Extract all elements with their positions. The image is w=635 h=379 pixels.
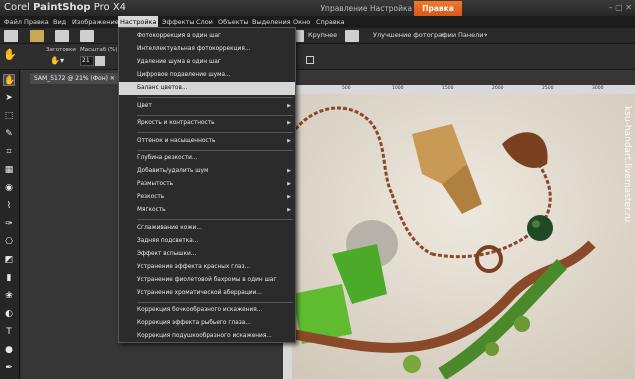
menu-separator — [137, 97, 293, 98]
menu-item-sharpness[interactable]: Резкость ▶ — [119, 191, 295, 204]
menu-item-blur[interactable]: Размытость ▶ — [119, 178, 295, 191]
new-icon[interactable] — [4, 30, 18, 42]
chevron-right-icon: ▶ — [287, 138, 291, 144]
menu-separator — [137, 115, 293, 116]
chevron-down-icon: ▾ — [441, 31, 445, 39]
menu-separator — [137, 132, 293, 133]
shape-tool-icon[interactable]: ● — [3, 344, 15, 356]
menu-item-one-step-photo-fix[interactable]: Фотокоррекция в один шаг — [119, 30, 295, 43]
pan-tool-icon[interactable]: ✋ — [3, 74, 15, 86]
window-controls[interactable]: – ▢ ✕ — [592, 3, 632, 13]
ruler-label: 500 — [342, 86, 351, 91]
main-toolbar: Крупнее Улучшение фотографии ▾ Панели ▾ — [0, 28, 635, 44]
menu-item-digital-noise-removal[interactable]: Цифровое подавление шума... — [119, 69, 295, 82]
menu-bar: Файл Правка Вид Изображение Настройка Эф… — [0, 16, 635, 28]
ruler-label: 1500 — [442, 86, 454, 91]
menu-item-depth-of-field[interactable]: Глубина резкости... — [119, 152, 295, 165]
app-title: Corel PaintShop Pro X4 — [4, 2, 127, 13]
menu-item-brightness-contrast[interactable]: Яркость и контрастность ▶ — [119, 117, 295, 130]
presets-label: Заготовки — [46, 47, 76, 53]
adjust-menu-dropdown: Фотокоррекция в один шаг Интеллектуальна… — [118, 27, 296, 343]
menu-item-backlighting[interactable]: Задняя подсветка... — [119, 235, 295, 248]
menu-file[interactable]: Файл — [2, 16, 24, 28]
menu-item-color[interactable]: Цвет ▶ — [119, 100, 295, 113]
menu-item-barrel-distortion[interactable]: Коррекция бочкообразного искажения... — [119, 304, 295, 317]
makeover-tool-icon[interactable]: ⌇ — [3, 200, 15, 212]
menu-item-hue-saturation[interactable]: Оттенок и насыщенность ▶ — [119, 135, 295, 148]
menu-item-add-remove-noise[interactable]: Добавить/удалить шум ▶ — [119, 165, 295, 178]
ruler-label: 2000 — [492, 86, 504, 91]
chevron-down-icon: ▾ — [484, 31, 488, 39]
pick-tool-icon[interactable]: ➤ — [3, 92, 15, 104]
dropper-tool-icon[interactable]: ✎ — [3, 128, 15, 140]
menu-item-one-step-noise-removal[interactable]: Удаление шума в один шаг — [119, 56, 295, 69]
menu-item-softness[interactable]: Мягкость ▶ — [119, 204, 295, 217]
pan-tool-icon: ✋ — [3, 48, 17, 61]
menu-item-fill-flash[interactable]: Эффект вспышки... — [119, 248, 295, 261]
picture-tube-tool-icon[interactable]: ❀ — [3, 290, 15, 302]
menu-item-skin-smoothing[interactable]: Сглаживание кожи... — [119, 222, 295, 235]
save-icon[interactable] — [55, 30, 69, 42]
ruler-label: 3000 — [592, 86, 604, 91]
menu-separator — [137, 150, 293, 151]
horizontal-ruler: 0 500 1000 1500 2000 2500 3000 — [292, 85, 635, 94]
menu-item-chromatic-aberration[interactable]: Устранение хроматической аберрации... — [119, 287, 295, 300]
zoom-label: Масштаб (%) — [80, 47, 118, 53]
ruler-label: 2500 — [542, 86, 554, 91]
tool-options-bar: ✋ Заготовки ✋▾ Масштаб (%) 21 — [0, 44, 635, 70]
selection-tool-icon[interactable]: ⬚ — [3, 110, 15, 122]
menu-item-fisheye-distortion[interactable]: Коррекция эффекта рыбьего глаза... — [119, 317, 295, 330]
menu-item-smart-photo-fix[interactable]: Интеллектуальная фотокоррекция... — [119, 43, 295, 56]
watermark-text: ksu-handart.livemaster.ru — [622, 106, 632, 223]
photo-canvas[interactable]: ksu-handart.livemaster.ru — [292, 94, 635, 379]
chevron-right-icon: ▶ — [287, 103, 291, 109]
chevron-right-icon: ▶ — [287, 168, 291, 174]
menu-separator — [137, 302, 293, 303]
fit-label[interactable]: Крупнее — [308, 31, 337, 39]
crop-tool-icon[interactable]: ⌗ — [3, 146, 15, 158]
brush-tool-icon[interactable]: ✑ — [3, 218, 15, 230]
panels-menu[interactable]: Панели — [458, 31, 484, 39]
zoom-spinner[interactable] — [95, 56, 105, 66]
document-area: SAM_5172 @ 21% (Фон) ✕ 0 500 1000 1500 2… — [21, 70, 635, 379]
menu-item-red-eye-removal[interactable]: Устранение эффекта красных глаз... — [119, 261, 295, 274]
menu-view[interactable]: Вид — [51, 16, 68, 28]
chevron-right-icon: ▶ — [287, 207, 291, 213]
ruler-label: 1000 — [392, 86, 404, 91]
zoom-input[interactable]: 21 — [80, 56, 94, 66]
eraser-tool-icon[interactable]: ◩ — [3, 254, 15, 266]
tab-edit[interactable]: Правка — [414, 1, 462, 16]
menu-separator — [137, 219, 293, 220]
print-icon[interactable] — [80, 30, 94, 42]
dodge-tool-icon[interactable]: ◐ — [3, 308, 15, 320]
fit-window-icon[interactable] — [306, 56, 314, 64]
document-tab[interactable]: SAM_5172 @ 21% (Фон) ✕ — [30, 73, 119, 84]
menu-image[interactable]: Изображение — [70, 16, 121, 28]
chevron-right-icon: ▶ — [287, 120, 291, 126]
open-icon[interactable] — [30, 30, 44, 42]
presets-dropdown[interactable]: ✋▾ — [50, 56, 70, 66]
menu-item-pincushion-distortion[interactable]: Коррекция подушкообразного искажения... — [119, 330, 295, 343]
fill-tool-icon[interactable]: ▮ — [3, 272, 15, 284]
pen-tool-icon[interactable]: ✒ — [3, 362, 15, 374]
tab-manage[interactable]: Управление — [320, 1, 368, 16]
title-bar: Corel PaintShop Pro X4 Управление Настро… — [0, 0, 635, 16]
menu-help[interactable]: Справка — [314, 16, 347, 28]
menu-edit[interactable]: Правка — [22, 16, 51, 28]
menu-item-color-balance[interactable]: Баланс цветов... — [119, 82, 295, 95]
red-eye-tool-icon[interactable]: ◉ — [3, 182, 15, 194]
text-tool-icon[interactable]: T — [3, 326, 15, 338]
clone-tool-icon[interactable]: ⎔ — [3, 236, 15, 248]
screenshot-icon[interactable] — [345, 30, 359, 42]
straighten-tool-icon[interactable]: ▦ — [3, 164, 15, 176]
necklace-photo — [292, 94, 635, 379]
tools-palette: ✋ ➤ ⬚ ✎ ⌗ ▦ ◉ ⌇ ✑ ⎔ ◩ ▮ ❀ ◐ T ● ✒ — [0, 70, 20, 379]
tab-adjust[interactable]: Настройка — [370, 1, 412, 16]
chevron-right-icon: ▶ — [287, 194, 291, 200]
menu-item-purple-fringe-fix[interactable]: Устранение фиолетовой бахромы в один шаг — [119, 274, 295, 287]
chevron-right-icon: ▶ — [287, 181, 291, 187]
